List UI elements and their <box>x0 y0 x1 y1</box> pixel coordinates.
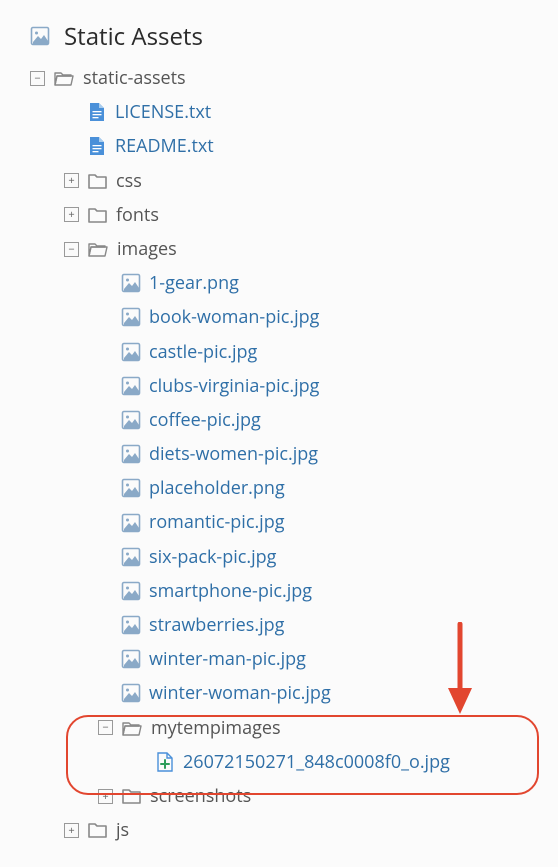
tree-file[interactable]: LICENSE.txt <box>64 95 528 129</box>
folder-label: static-assets <box>83 61 186 95</box>
folder-open-icon <box>121 718 143 738</box>
image-file-icon <box>121 581 141 601</box>
image-file-icon <box>121 444 141 464</box>
image-file-icon <box>121 683 141 703</box>
folder-icon <box>87 820 108 840</box>
tree-node-screenshots[interactable]: + screenshots <box>98 779 528 813</box>
tree-file[interactable]: coffee-pic.jpg <box>98 403 528 437</box>
tree-node-js[interactable]: + js <box>64 813 528 847</box>
file-label: winter-woman-pic.jpg <box>149 676 331 710</box>
folder-open-icon <box>53 68 75 88</box>
file-label: README.txt <box>115 129 214 163</box>
tree-file[interactable]: clubs-virginia-pic.jpg <box>98 369 528 403</box>
tree-file-new[interactable]: 26072150271_848c0008f0_o.jpg <box>132 745 528 779</box>
file-label: romantic-pic.jpg <box>149 505 285 539</box>
tree-file[interactable]: castle-pic.jpg <box>98 335 528 369</box>
document-icon <box>87 102 107 122</box>
file-label: winter-man-pic.jpg <box>149 642 306 676</box>
collapse-icon[interactable]: − <box>30 71 45 86</box>
file-label: clubs-virginia-pic.jpg <box>149 369 319 403</box>
image-file-icon <box>121 307 141 327</box>
file-label: strawberries.jpg <box>149 608 284 642</box>
expand-icon[interactable]: + <box>64 207 79 222</box>
image-file-icon <box>121 478 141 498</box>
image-icon <box>30 26 52 48</box>
tree-node-mytempimages[interactable]: − mytempimages <box>98 711 528 745</box>
tree-file[interactable]: 1-gear.png <box>98 266 528 300</box>
document-icon <box>87 136 107 156</box>
tree-file[interactable]: README.txt <box>64 129 528 163</box>
tree-file[interactable]: winter-man-pic.jpg <box>98 642 528 676</box>
image-file-icon <box>121 273 141 293</box>
tree-file[interactable]: strawberries.jpg <box>98 608 528 642</box>
image-file-icon <box>121 376 141 396</box>
collapse-icon[interactable]: − <box>98 720 113 735</box>
asset-tree: − static-assets LICENSE.txt README.txt +… <box>30 61 528 847</box>
expand-icon[interactable]: + <box>98 789 113 804</box>
file-label: diets-women-pic.jpg <box>149 437 318 471</box>
file-label: six-pack-pic.jpg <box>149 540 276 574</box>
folder-open-icon <box>87 239 109 259</box>
panel-header: Static Assets <box>30 20 528 53</box>
file-label: castle-pic.jpg <box>149 335 257 369</box>
image-file-icon <box>121 547 141 567</box>
tree-node-css[interactable]: + css <box>64 164 528 198</box>
tree-node-fonts[interactable]: + fonts <box>64 198 528 232</box>
file-label: smartphone-pic.jpg <box>149 574 312 608</box>
tree-file[interactable]: romantic-pic.jpg <box>98 505 528 539</box>
tree-file[interactable]: placeholder.png <box>98 471 528 505</box>
file-label: coffee-pic.jpg <box>149 403 261 437</box>
folder-label: fonts <box>116 198 159 232</box>
expand-icon[interactable]: + <box>64 173 79 188</box>
folder-label: screenshots <box>150 779 251 813</box>
folder-label: js <box>116 813 129 847</box>
image-file-icon <box>121 513 141 533</box>
tree-node-static-assets[interactable]: − static-assets <box>30 61 528 95</box>
file-label: placeholder.png <box>149 471 285 505</box>
panel-title: Static Assets <box>64 20 203 53</box>
image-file-icon <box>121 342 141 362</box>
folder-icon <box>87 205 108 225</box>
file-label: 26072150271_848c0008f0_o.jpg <box>183 745 450 779</box>
expand-icon[interactable]: + <box>64 823 79 838</box>
folder-icon <box>121 786 142 806</box>
collapse-icon[interactable]: − <box>64 242 79 257</box>
tree-file[interactable]: six-pack-pic.jpg <box>98 540 528 574</box>
image-file-icon <box>121 649 141 669</box>
image-file-icon <box>121 410 141 430</box>
folder-label: images <box>117 232 177 266</box>
tree-file[interactable]: smartphone-pic.jpg <box>98 574 528 608</box>
folder-icon <box>87 171 108 191</box>
tree-file[interactable]: book-woman-pic.jpg <box>98 300 528 334</box>
file-label: LICENSE.txt <box>115 95 211 129</box>
file-label: 1-gear.png <box>149 266 239 300</box>
image-file-icon <box>121 615 141 635</box>
tree-file[interactable]: winter-woman-pic.jpg <box>98 676 528 710</box>
file-label: book-woman-pic.jpg <box>149 300 319 334</box>
folder-label: mytempimages <box>151 711 281 745</box>
tree-node-images[interactable]: − images <box>64 232 528 266</box>
new-file-icon <box>155 752 175 772</box>
tree-file[interactable]: diets-women-pic.jpg <box>98 437 528 471</box>
folder-label: css <box>116 164 142 198</box>
